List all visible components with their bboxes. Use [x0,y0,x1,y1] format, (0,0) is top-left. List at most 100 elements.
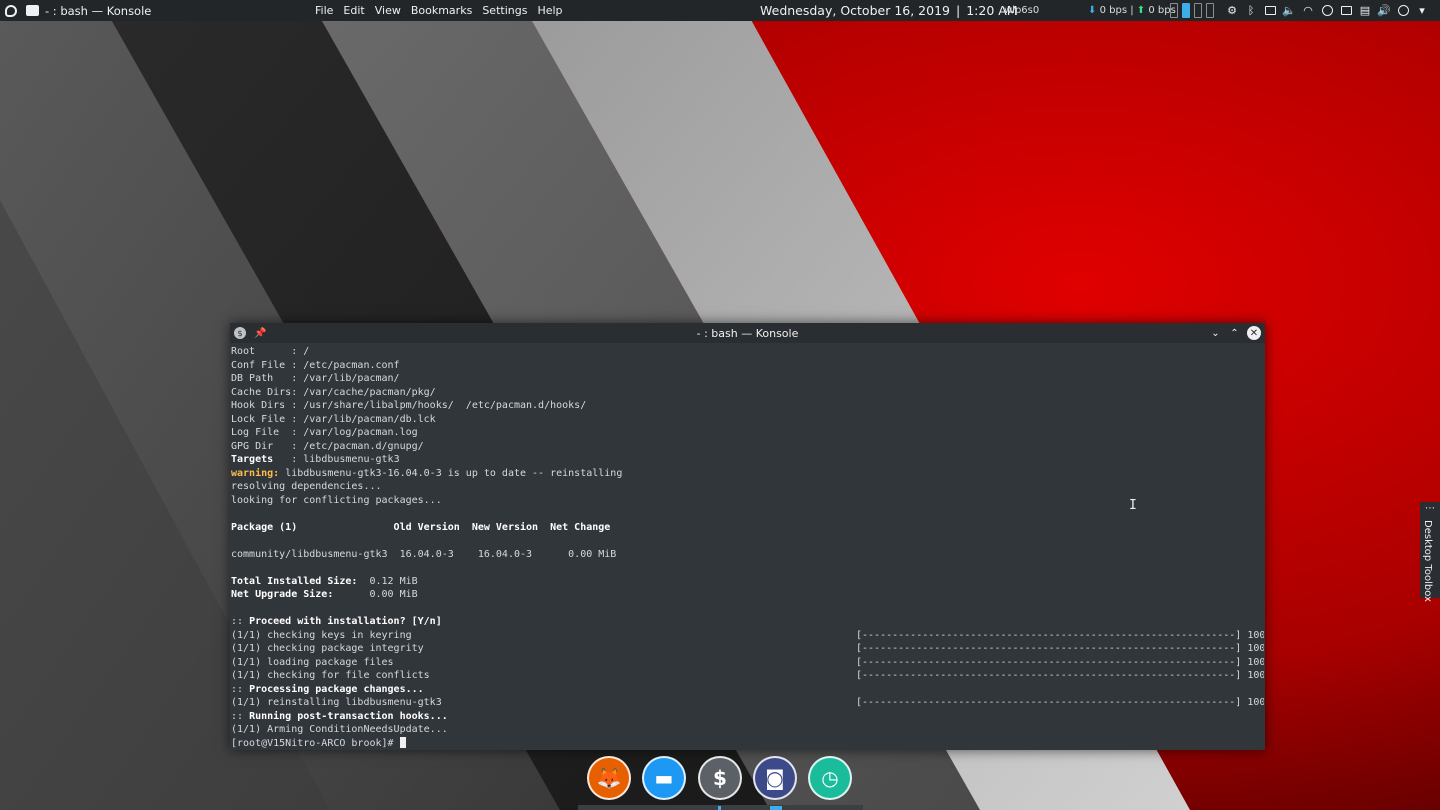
terminal-text: Conf File : /etc/pacman.conf [231,359,400,371]
network-speed[interactable]: ⬇ 0 bps | ⬆ 0 bps [1088,0,1176,21]
menu-edit[interactable]: Edit [343,4,364,17]
terminal-line: :: Running post-transaction hooks... [231,710,1264,724]
terminal-line: Package (1) Old Version New Version Net … [231,521,1264,535]
wifi-icon[interactable]: ◠ [1302,4,1314,17]
terminal-text: 0.12 MiB [357,575,418,587]
folder-icon[interactable] [1340,5,1352,17]
terminal-line: Targets : libdbusmenu-gtk3 [231,453,1264,467]
terminal-bold-text: Total Installed Size: [231,575,358,587]
menu-settings[interactable]: Settings [482,4,527,17]
terminal-text: :: [231,683,250,695]
terminal-line: Cache Dirs: /var/cache/pacman/pkg/ [231,386,1264,400]
firefox-glyph: 🦊 [596,766,622,790]
latte-dock: 🦊 ▬ $ ◙ ◷ [578,752,863,810]
konsole-task-icon[interactable] [26,5,39,16]
terminal-glyph: $ [713,766,727,790]
digital-clock[interactable]: Wednesday, October 16, 2019 | 1:20 AM [760,0,1018,21]
terminal-line: Lock File : /var/lib/pacman/db.lck [231,413,1264,427]
terminal-text: Cache Dirs: /var/cache/pacman/pkg/ [231,386,436,398]
updates-icon[interactable] [1321,5,1333,17]
terminal-text: Lock File : /var/lib/pacman/db.lck [231,413,436,425]
terminal-text: (1/1) checking package integrity [231,643,424,654]
firefox-icon[interactable]: 🦊 [587,756,631,800]
minimize-button[interactable]: ⌄ [1209,327,1222,340]
menu-bookmarks[interactable]: Bookmarks [411,4,472,17]
terminal-line: Log File : /var/log/pacman.log [231,426,1264,440]
clock-separator: | [955,3,961,18]
clipboard-icon[interactable]: ▤ [1359,4,1371,17]
close-button[interactable]: ✕ [1247,326,1261,340]
terminal-line: GPG Dir : /etc/pacman.d/gnupg/ [231,440,1264,454]
terminal-line: Hook Dirs : /usr/share/libalpm/hooks/ /e… [231,399,1264,413]
terminal-bold-text: Net Upgrade Size: [231,589,334,600]
bluetooth-icon[interactable]: ᛒ [1245,4,1257,17]
mouse-ibeam-cursor-icon: I [1129,498,1137,513]
terminal-line: Total Installed Size: 0.12 MiB [231,575,1264,589]
clock-date: Wednesday, October 16, 2019 [760,3,950,18]
terminal-line: (1/1) checking for file conflicts [------… [231,669,1264,683]
desktop-toolbox[interactable]: ⋯ Desktop Toolbox [1420,502,1440,602]
files-icon[interactable]: ▬ [642,756,686,800]
terminal-line: (1/1) loading package files [------------… [231,656,1264,670]
terminal-cursor [399,736,406,748]
clock-icon[interactable]: ◷ [808,756,852,800]
menu-view[interactable]: View [375,4,401,17]
terminal-line: warning: libdbusmenu-gtk3-16.04.0-3 is u… [231,467,1264,481]
terminal-line: resolving dependencies... [231,480,1264,494]
terminal-line: DB Path : /var/lib/pacman/ [231,372,1264,386]
upload-arrow-icon: ⬆ [1136,5,1146,16]
terminal-line: (1/1) checking package integrity [-------… [231,642,1264,656]
window-titlebar[interactable]: $ 📌 - : bash — Konsole ⌄ ⌃ ✕ [230,323,1265,343]
image-viewer-icon[interactable]: ◙ [753,756,797,800]
terminal-text: resolving dependencies... [231,481,382,492]
terminal-text: GPG Dir : /etc/pacman.d/gnupg/ [231,440,424,452]
clock-glyph: ◷ [821,766,839,790]
terminal-bold-text: Package (1) Old Version New Version Net … [231,521,611,533]
download-speed: 0 bps [1099,5,1128,16]
warning-label: warning: [231,467,280,479]
terminal-text: looking for conflicting packages... [231,494,442,506]
progress-bar-text: [---------------------------------------… [856,643,1264,654]
active-window-title[interactable]: - : bash — Konsole [45,0,151,21]
terminal-text: 0.00 MiB [333,589,418,600]
progress-bar-text: [---------------------------------------… [856,670,1264,681]
top-panel: - : bash — Konsole File Edit View Bookma… [0,0,1440,21]
pin-icon[interactable]: 📌 [254,328,266,339]
volume-icon[interactable]: 🔊 [1377,4,1391,17]
pager-desktop-3[interactable] [1194,3,1202,18]
window-title: - : bash — Konsole [696,326,799,340]
terminal-text: Hook Dirs : /usr/share/libalpm/hooks/ /e… [231,400,587,411]
virtual-desktop-pager [1170,0,1214,21]
image-viewer-glyph: ◙ [765,766,785,790]
terminal-line: :: Proceed with installation? [Y/n] [231,615,1264,629]
menu-file[interactable]: File [315,4,333,17]
image-icon[interactable] [1264,5,1276,17]
konsole-window: $ 📌 - : bash — Konsole ⌄ ⌃ ✕ Root : / Con… [230,323,1265,750]
notifications-icon[interactable] [1397,5,1409,17]
terminal-text: (1/1) checking keys in keyring [231,629,412,641]
pager-desktop-2[interactable] [1182,3,1190,18]
terminal-output[interactable]: Root : / Conf File : /etc/pacman.conf DB P… [231,345,1264,748]
settings-icon[interactable]: ⚙ [1226,4,1238,17]
tray-expand-icon[interactable]: ▾ [1416,4,1428,17]
application-launcher[interactable] [3,0,19,21]
audio-icon[interactable]: 🔈 [1282,4,1296,17]
window-menu-icon[interactable]: $ [234,327,246,339]
terminal-text: DB Path : /var/lib/pacman/ [231,373,400,384]
terminal-text: Log File : /var/log/pacman.log [231,427,418,438]
desktop-toolbox-label: Desktop Toolbox [1422,520,1433,602]
terminal-icon[interactable]: $ [698,756,742,800]
files-glyph: ▬ [654,766,674,790]
dock-active-indicator [770,806,782,810]
terminal-line: looking for conflicting packages... [231,494,1264,508]
terminal-line: Conf File : /etc/pacman.conf [231,359,1264,373]
menu-help[interactable]: Help [537,4,562,17]
system-tray: ⚙ ᛒ 🔈 ◠ ▤ 🔊 ▾ [1226,0,1428,21]
pager-desktop-1[interactable] [1170,3,1178,18]
maximize-button[interactable]: ⌃ [1228,327,1241,340]
terminal-line: (1/1) Arming ConditionNeedsUpdate... [231,723,1264,737]
pager-desktop-4[interactable] [1206,3,1214,18]
terminal-text: community/libdbusmenu-gtk3 16.04.0-3 16.… [231,548,617,560]
